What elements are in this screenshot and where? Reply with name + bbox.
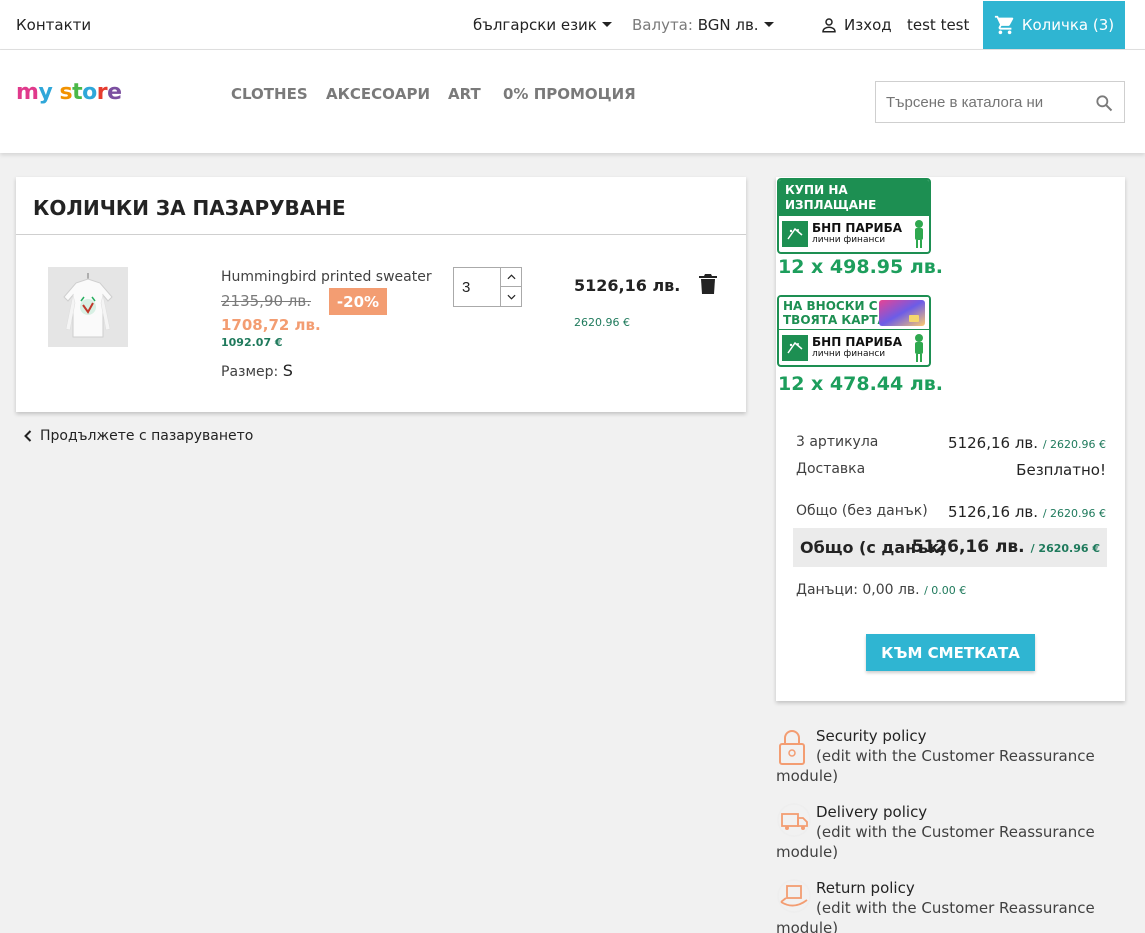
continue-shopping-link[interactable]: Продължете с пазаруването — [24, 428, 253, 444]
quantity-down-button[interactable] — [500, 287, 521, 306]
bnp-logo-icon — [782, 221, 808, 247]
lock-icon — [779, 730, 805, 765]
credit-card-icon — [879, 300, 925, 326]
nav-accessories[interactable]: АКСЕСОАРИ — [326, 85, 430, 103]
store-logo[interactable]: my store — [16, 80, 122, 105]
line-total: 5126,16 лв. — [574, 276, 681, 295]
logout-label: Изход — [844, 16, 892, 34]
bnp-bank-sub: лични финанси — [812, 348, 886, 359]
nav-clothes[interactable]: CLOTHES — [231, 85, 308, 103]
product-name-link[interactable]: Hummingbird printed sweater — [221, 269, 432, 285]
product-price-eur: 1092.07 € — [221, 336, 283, 349]
reassurance-desc: (edit with the Customer Reassurance modu… — [776, 823, 1095, 861]
bnp-card-title: НА ВНОСКИ С ТВОЯТА КАРТА — [779, 297, 929, 329]
language-label: български език — [473, 16, 597, 34]
line-total-eur: 2620.96 € — [574, 316, 630, 329]
reassurance-title: Delivery policy — [816, 803, 928, 821]
currency-selector[interactable]: Валута: BGN лв. — [632, 16, 774, 34]
subtotal-value-eur: / 2620.96 € — [1042, 507, 1106, 520]
chevron-down-icon — [506, 294, 516, 300]
cart-panel: КОЛИЧКИ ЗА ПАЗАРУВАНЕ Hummingbird printe… — [16, 177, 746, 412]
tax-label: Данъци: — [796, 582, 858, 598]
quantity-up-button[interactable] — [500, 268, 521, 287]
currency-label: Валута: — [632, 16, 693, 34]
subtotal-value: 5126,16 лв. — [948, 503, 1039, 521]
size-value: S — [282, 361, 293, 380]
cart-icon — [994, 15, 1014, 35]
product-size: Размер: S — [221, 361, 293, 380]
checkout-button[interactable]: КЪМ СМЕТКАТА — [866, 634, 1035, 671]
divider — [16, 234, 746, 235]
page-title: КОЛИЧКИ ЗА ПАЗАРУВАНЕ — [33, 196, 346, 220]
summary-tax-row: Данъци: 0,00 лв. / 0.00 € — [796, 582, 966, 598]
truck-icon — [777, 803, 811, 837]
reassurance-delivery: Delivery policy (edit with the Customer … — [776, 802, 1125, 862]
mascot-icon — [915, 333, 923, 362]
reassurance-security: Security policy (edit with the Customer … — [776, 726, 1125, 786]
tax-value: 0,00 лв. — [862, 582, 920, 598]
top-bar: Контакти български език Валута: BGN лв. … — [0, 0, 1145, 50]
quantity-input[interactable] — [454, 268, 501, 306]
search-icon[interactable] — [1094, 93, 1114, 113]
product-image[interactable] — [48, 267, 128, 347]
shipping-value: Безплатно! — [1016, 461, 1106, 479]
installment-amount-1: 12 x 498.95 лв. — [778, 256, 944, 278]
product-price: 1708,72 лв. — [221, 316, 321, 334]
summary-total-row: Общо (с данък) 5126,16 лв. / 2620.96 € — [793, 528, 1107, 567]
items-value-eur: / 2620.96 € — [1042, 438, 1106, 451]
bnp-bank-sub: лични финанси — [812, 235, 886, 245]
chevron-down-icon — [763, 22, 774, 27]
reassurance-title: Return policy — [816, 879, 915, 897]
nav-art[interactable]: ART — [448, 85, 481, 103]
cart-summary: КУПИ НА ИЗПЛАЩАНЕ БНП ПАРИБА лични финанс… — [776, 177, 1125, 701]
chevron-left-icon — [24, 430, 32, 442]
cart-button[interactable]: Количка (3) — [983, 1, 1125, 49]
summary-subtotal-row: Общо (без данък) 5126,16 лв. / 2620.96 € — [796, 503, 1106, 521]
bnp-bank-logo: БНП ПАРИБА лични финанси — [779, 216, 929, 252]
subtotal-label: Общо (без данък) — [796, 503, 928, 519]
summary-shipping-row: Доставка Безплатно! — [796, 461, 1106, 479]
search-box — [875, 81, 1125, 123]
installment-amount-2: 12 x 478.44 лв. — [778, 373, 944, 395]
quantity-stepper — [453, 267, 522, 307]
user-icon — [822, 18, 836, 33]
tax-value-eur: / 0.00 € — [924, 584, 967, 597]
chevron-down-icon — [601, 22, 612, 27]
search-input[interactable] — [876, 82, 1086, 122]
bnp-bank-name: БНП ПАРИБА — [812, 334, 903, 349]
discount-badge: -20% — [329, 288, 387, 315]
items-count-label: 3 артикула — [796, 434, 879, 450]
summary-items-row: 3 артикула 5126,16 лв. / 2620.96 € — [796, 434, 1106, 452]
header: my store CLOTHES АКСЕСОАРИ ART 0% ПРОМОЦ… — [0, 50, 1145, 153]
bnp-installment-banner[interactable]: КУПИ НА ИЗПЛАЩАНЕ БНП ПАРИБА лични финанс… — [777, 178, 931, 254]
mascot-icon — [915, 220, 923, 248]
sweater-image — [63, 273, 113, 338]
shipping-label: Доставка — [796, 461, 866, 477]
items-value: 5126,16 лв. — [948, 434, 1039, 452]
reassurance-title: Security policy — [816, 727, 927, 745]
return-box-icon — [777, 879, 811, 913]
nav-promo[interactable]: 0% ПРОМОЦИЯ — [503, 85, 636, 103]
logout-link[interactable]: Изход — [820, 16, 892, 34]
trash-icon[interactable] — [699, 274, 717, 294]
reassurance-desc: (edit with the Customer Reassurance modu… — [776, 899, 1095, 933]
bnp-bank-logo: БНП ПАРИБА лични финанси — [779, 329, 929, 365]
chevron-up-icon — [506, 274, 516, 280]
bnp-banner-title: КУПИ НА ИЗПЛАЩАНЕ — [779, 180, 929, 216]
account-link[interactable]: test test — [907, 16, 969, 34]
regular-price: 2135,90 лв. — [221, 292, 311, 310]
bnp-logo-icon — [782, 334, 808, 361]
currency-value: BGN лв. — [697, 16, 759, 34]
bnp-card-banner[interactable]: НА ВНОСКИ С ТВОЯТА КАРТА БНП ПАРИБА лични… — [777, 295, 931, 367]
total-value: 5126,16 лв. — [911, 537, 1025, 557]
cart-label: Количка (3) — [1021, 16, 1115, 34]
total-value-eur: / 2620.96 € — [1030, 542, 1100, 555]
language-selector[interactable]: български език — [473, 16, 612, 34]
reassurance-return: Return policy (edit with the Customer Re… — [776, 878, 1125, 933]
bnp-bank-name: БНП ПАРИБА — [812, 221, 903, 235]
reassurance-desc: (edit with the Customer Reassurance modu… — [776, 747, 1095, 785]
size-label: Размер: — [221, 364, 279, 380]
contacts-link[interactable]: Контакти — [16, 16, 91, 34]
continue-label: Продължете с пазаруването — [40, 428, 254, 444]
